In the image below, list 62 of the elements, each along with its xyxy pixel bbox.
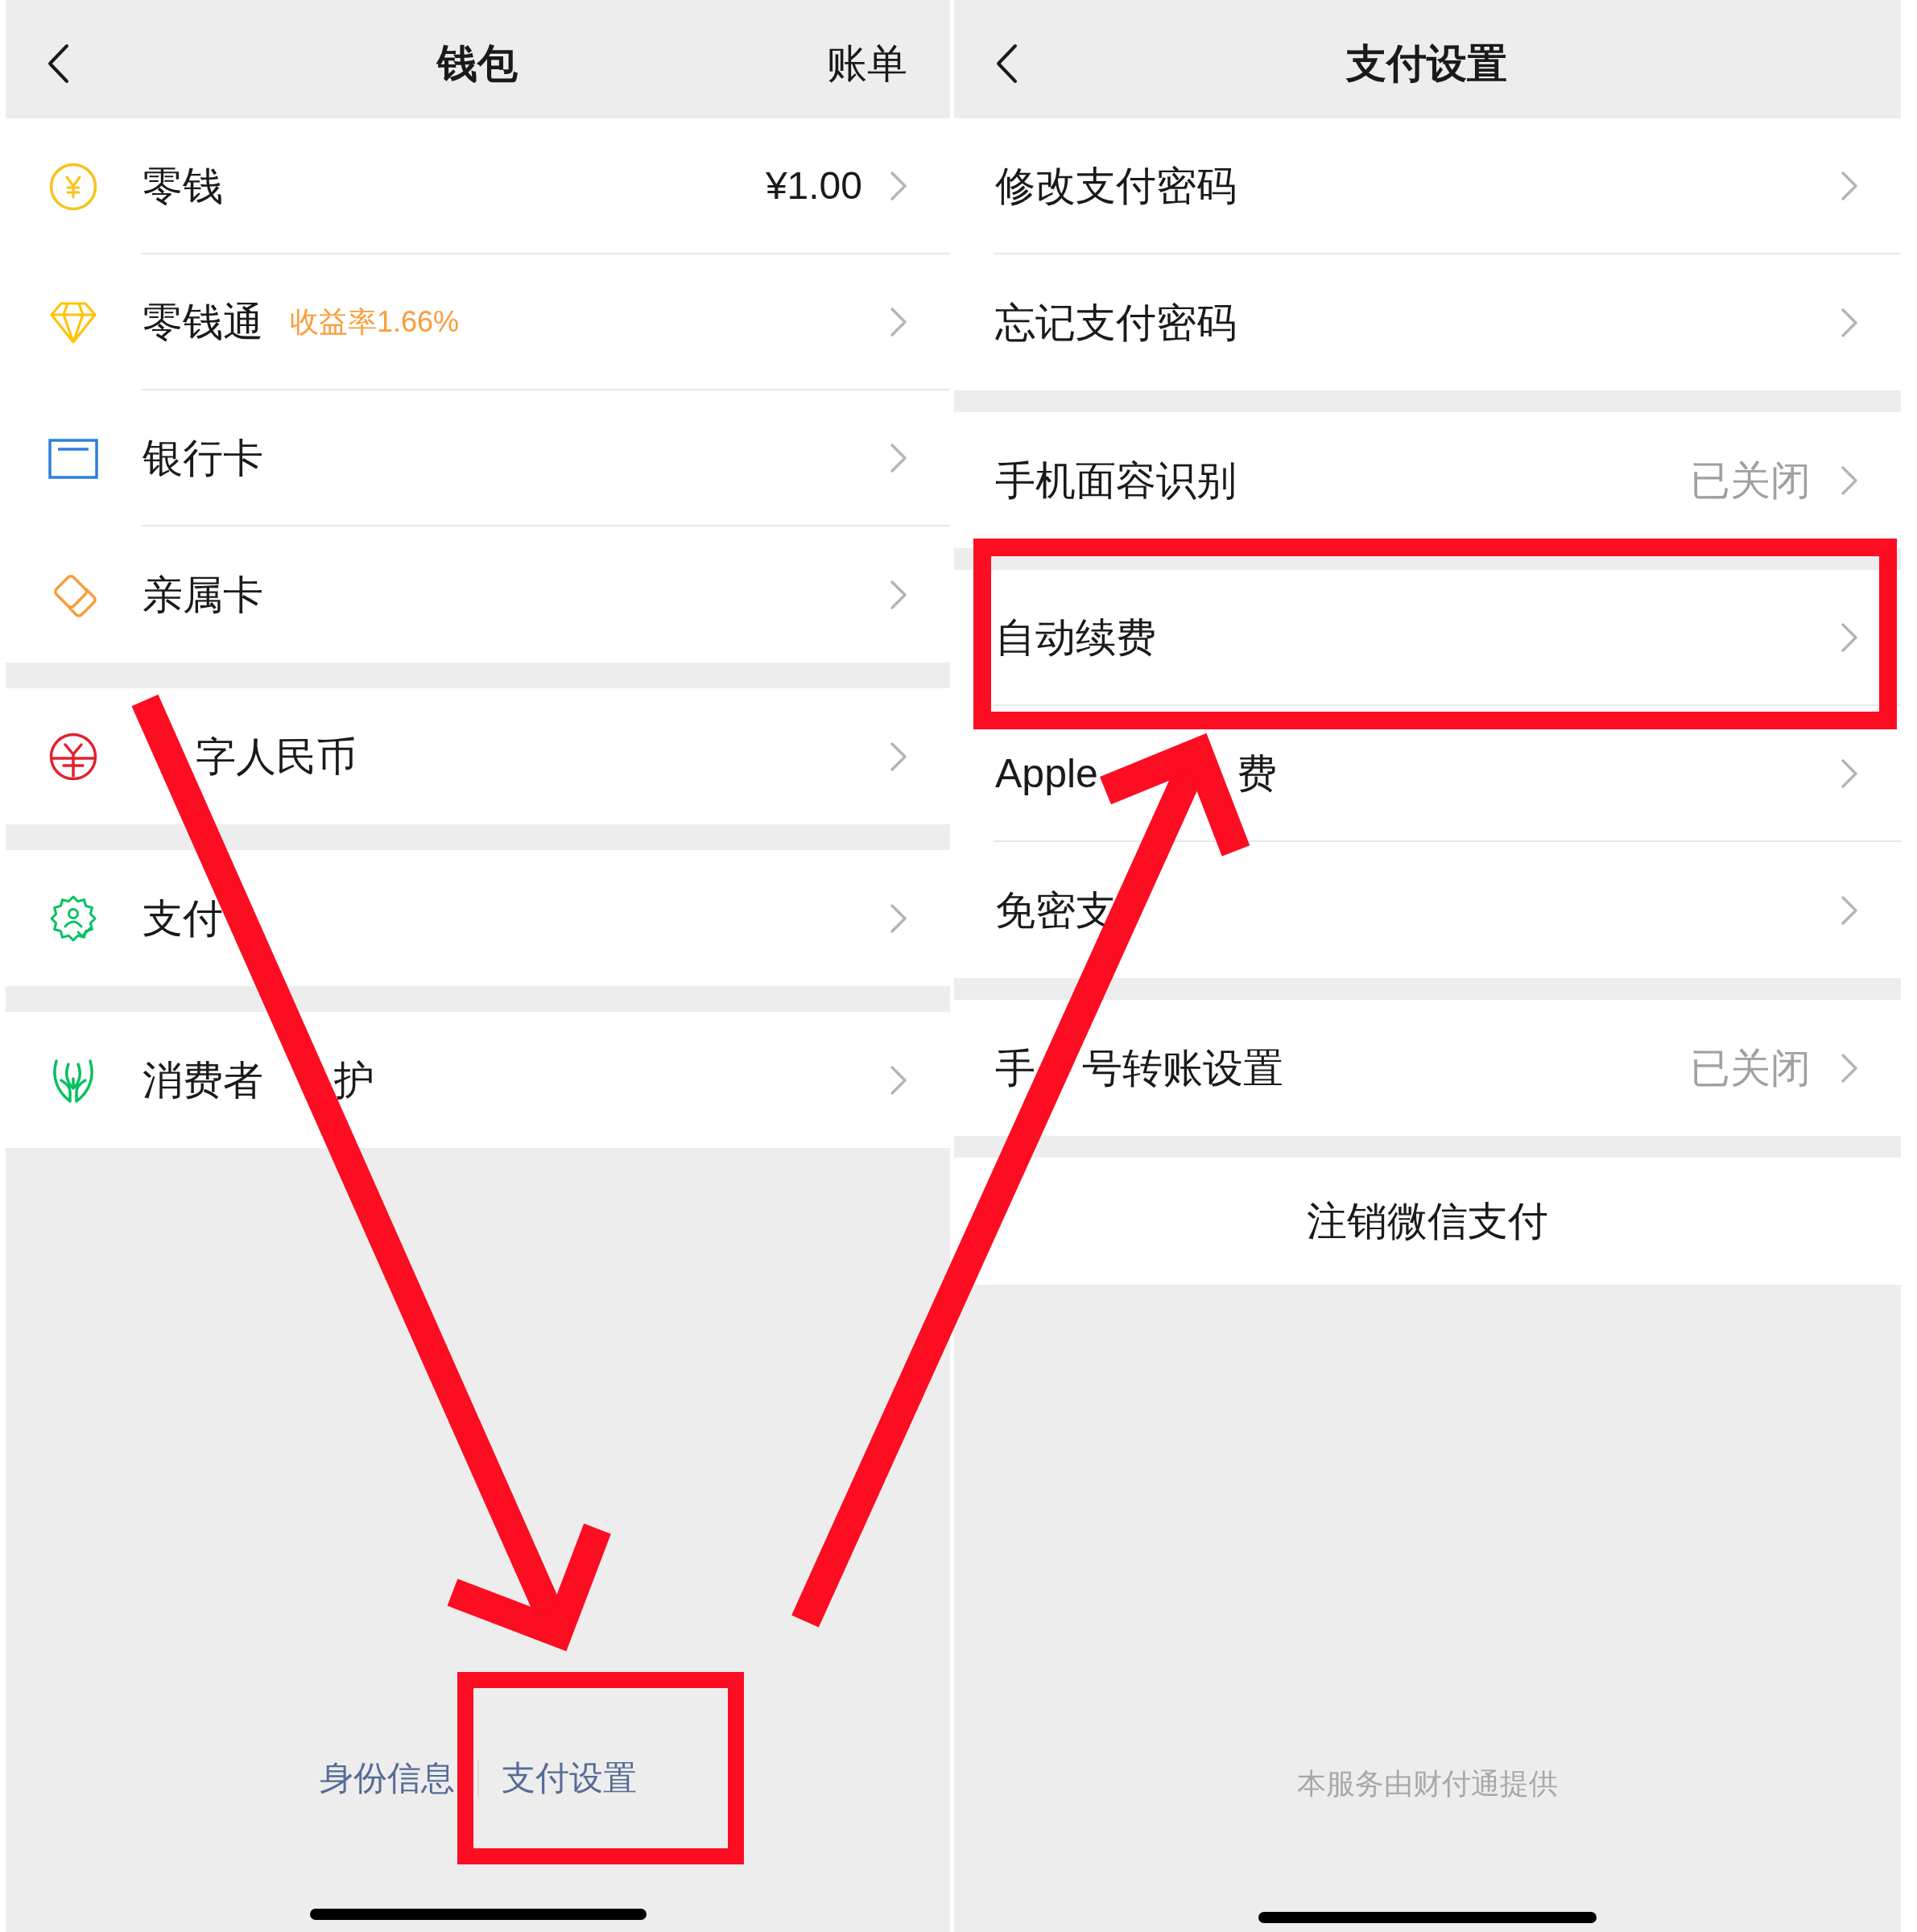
chevron-right-icon: [890, 579, 907, 610]
status-label: 已关闭: [1690, 1047, 1811, 1088]
chevron-right-icon: [1841, 170, 1858, 201]
chevron-right-icon: [1841, 621, 1858, 653]
footer-link[interactable]: 身份信息: [319, 1761, 455, 1795]
row-label: Apple: [995, 753, 1098, 794]
chevron-right-icon: [890, 442, 907, 473]
chevron-right-icon: [1841, 894, 1858, 926]
row-label: 自动续费: [995, 617, 1156, 658]
chevron-right-icon: [1841, 307, 1858, 338]
row-label: 零钱: [143, 165, 223, 206]
deregister-button[interactable]: 注销微信支付: [954, 1158, 1901, 1285]
list-row[interactable]: 手 号转账设置 已关闭: [954, 1000, 1901, 1136]
row-label: 消费者: [143, 1059, 263, 1100]
page-title: 支付设置: [1346, 43, 1507, 84]
card-icon: [48, 438, 98, 479]
list-row[interactable]: 亲属卡: [6, 526, 950, 663]
list-row[interactable]: 消费者 护: [6, 1012, 950, 1148]
list-row[interactable]: 手机面容识别 已关闭: [954, 412, 1901, 548]
balance-amount: ¥1.00: [765, 166, 862, 205]
back-icon: [995, 43, 1018, 84]
chevron-right-icon: [890, 1064, 907, 1096]
chevron-right-icon: [890, 902, 907, 934]
row-label: 护: [334, 1059, 374, 1100]
row-label: 支付: [143, 898, 223, 939]
yen-coin-icon: [49, 162, 97, 211]
back-button[interactable]: [995, 43, 1018, 84]
row-label: 费: [1236, 753, 1277, 794]
chevron-right-icon: [890, 170, 907, 201]
row-label: 忘记支付密码: [995, 302, 1237, 343]
footer-link[interactable]: 支付设置: [501, 1761, 637, 1795]
chevron-right-icon: [890, 741, 907, 772]
row-label: 号转账设置: [1082, 1047, 1283, 1088]
list-row[interactable]: 字人民币: [6, 688, 950, 824]
badge-person-icon: [49, 894, 97, 943]
back-icon: [47, 43, 69, 84]
chevron-right-icon: [1841, 1052, 1858, 1084]
row-label: 银行卡: [143, 437, 263, 478]
chevron-right-icon: [1841, 464, 1858, 496]
list-row[interactable]: 支付: [6, 850, 950, 986]
list-row[interactable]: 零钱通 收益率1.66%: [6, 254, 950, 390]
footer-note: 本服务由财付通提供: [1297, 1766, 1558, 1802]
row-label: 手: [995, 1047, 1035, 1088]
diamond-icon: [49, 300, 97, 345]
row-label: 手机面容识别: [995, 460, 1237, 501]
page-title: 钱包: [436, 43, 518, 84]
row-label: 亲属卡: [143, 574, 263, 615]
row-label: 字人民币: [196, 736, 357, 777]
chevron-right-icon: [1841, 758, 1858, 789]
yen-circle-icon: [49, 732, 97, 781]
list-row[interactable]: 零钱 ¥1.00: [6, 118, 950, 254]
bills-link[interactable]: 账单: [827, 43, 907, 84]
list-row[interactable]: 自动续费: [954, 570, 1901, 706]
list-row[interactable]: 银行卡: [6, 390, 950, 526]
row-label: 零钱通: [143, 301, 263, 342]
chevron-right-icon: [890, 306, 907, 337]
row-label: 修改支付密码: [995, 165, 1237, 206]
status-label: 已关闭: [1690, 460, 1811, 501]
list-row[interactable]: 修改支付密码: [954, 118, 1901, 254]
list-row[interactable]: 忘记支付密码: [954, 254, 1901, 390]
yield-rate-label: 收益率1.66%: [290, 307, 460, 336]
back-button[interactable]: [47, 43, 69, 84]
